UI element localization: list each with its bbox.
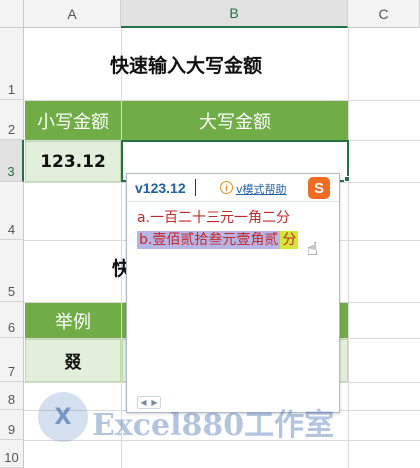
row-header-7[interactable]: 7 <box>0 338 24 382</box>
candidate-text-end: 分 <box>280 231 299 249</box>
row-header-4[interactable]: 4 <box>0 182 24 240</box>
row-header-1[interactable]: 1 <box>0 28 24 100</box>
fill-handle[interactable] <box>344 176 350 182</box>
select-all-corner[interactable] <box>0 0 24 28</box>
sheet-title: 快速输入大写金额 <box>109 54 262 77</box>
candidate-item-b[interactable]: b.壹佰贰拾叁元壹角贰分 <box>137 229 299 249</box>
cell-example[interactable]: 叕 <box>25 339 121 382</box>
ime-candidate-window: v123.12 i v模式帮助 S a.一百二十三元一角二分 b.壹佰贰拾叁元壹… <box>126 173 340 413</box>
candidate-text: 壹佰贰拾叁元壹角贰 <box>152 232 279 248</box>
row-header-10[interactable]: 10 <box>0 440 24 468</box>
row-header-6[interactable]: 6 <box>0 302 24 338</box>
candidate-item-a[interactable]: a.一百二十三元一角二分 <box>137 207 290 227</box>
row-header-8[interactable]: 8 <box>0 382 24 410</box>
row-header-2[interactable]: 2 <box>0 100 24 140</box>
ime-input-text: v123.12 <box>135 180 186 196</box>
candidate-text: 一百二十三元一角二分 <box>150 210 291 226</box>
column-header-b[interactable]: B <box>121 0 348 28</box>
header-small-amount[interactable]: 小写金额 <box>25 101 121 140</box>
grid-line <box>348 28 349 468</box>
header-big-amount[interactable]: 大写金额 <box>122 101 348 140</box>
watermark-text: Excel880工作室 <box>92 408 335 443</box>
watermark-logo: X <box>38 392 88 442</box>
hand-pointer-icon: ☝ <box>307 239 318 259</box>
column-header-c[interactable]: C <box>348 0 420 28</box>
row-header-3[interactable]: 3 <box>0 140 24 182</box>
ime-input-bar: v123.12 i v模式帮助 S <box>127 174 339 202</box>
text-caret <box>195 179 196 196</box>
row-header-5[interactable]: 5 <box>0 240 24 302</box>
candidate-index: a. <box>137 210 151 226</box>
sogou-logo-icon[interactable]: S <box>308 177 330 199</box>
candidate-index: b. <box>139 232 153 248</box>
header-example[interactable]: 举例 <box>25 303 121 338</box>
cell-small-amount[interactable]: 123.12 <box>25 141 121 182</box>
v-mode-help-link[interactable]: v模式帮助 <box>236 181 287 197</box>
row-header-9[interactable]: 9 <box>0 410 24 440</box>
info-icon: i <box>220 181 233 194</box>
column-header-a[interactable]: A <box>24 0 121 28</box>
